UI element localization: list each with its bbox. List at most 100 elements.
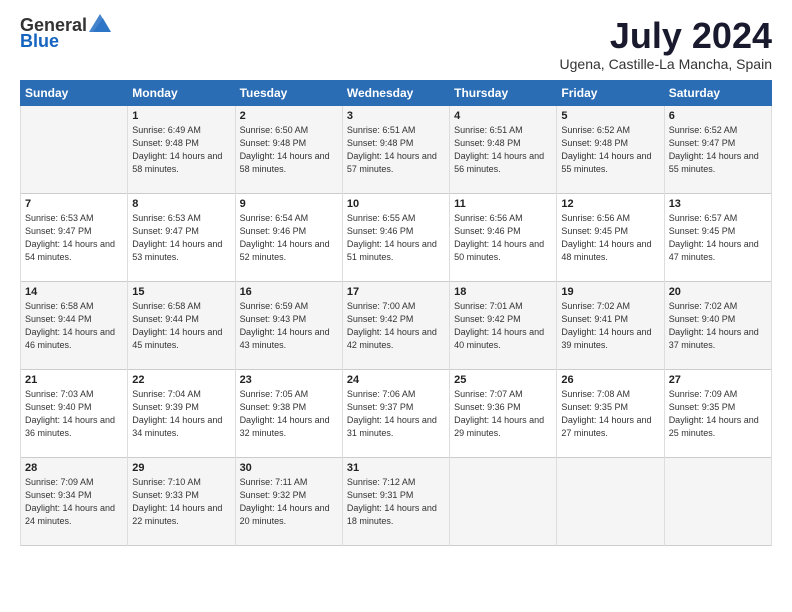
- day-number: 19: [561, 286, 659, 298]
- week-row-0: 1 Sunrise: 6:49 AMSunset: 9:48 PMDayligh…: [21, 105, 772, 193]
- week-row-1: 7 Sunrise: 6:53 AMSunset: 9:47 PMDayligh…: [21, 193, 772, 281]
- day-number: 5: [561, 110, 659, 122]
- header-monday: Monday: [128, 80, 235, 105]
- day-number: 31: [347, 462, 445, 474]
- calendar-table: Sunday Monday Tuesday Wednesday Thursday…: [20, 80, 772, 546]
- cell-3-1: 22 Sunrise: 7:04 AMSunset: 9:39 PMDaylig…: [128, 369, 235, 457]
- cell-4-6: [664, 457, 771, 545]
- cell-info: Sunrise: 7:11 AMSunset: 9:32 PMDaylight:…: [240, 476, 338, 528]
- week-row-2: 14 Sunrise: 6:58 AMSunset: 9:44 PMDaylig…: [21, 281, 772, 369]
- day-number: 13: [669, 198, 767, 210]
- day-number: 7: [25, 198, 123, 210]
- day-number: 27: [669, 374, 767, 386]
- cell-3-0: 21 Sunrise: 7:03 AMSunset: 9:40 PMDaylig…: [21, 369, 128, 457]
- day-number: 25: [454, 374, 552, 386]
- cell-info: Sunrise: 6:52 AMSunset: 9:48 PMDaylight:…: [561, 124, 659, 176]
- header-tuesday: Tuesday: [235, 80, 342, 105]
- cell-0-4: 4 Sunrise: 6:51 AMSunset: 9:48 PMDayligh…: [450, 105, 557, 193]
- day-number: 30: [240, 462, 338, 474]
- cell-info: Sunrise: 6:51 AMSunset: 9:48 PMDaylight:…: [347, 124, 445, 176]
- day-number: 23: [240, 374, 338, 386]
- day-number: 29: [132, 462, 230, 474]
- cell-info: Sunrise: 6:52 AMSunset: 9:47 PMDaylight:…: [669, 124, 767, 176]
- cell-info: Sunrise: 6:50 AMSunset: 9:48 PMDaylight:…: [240, 124, 338, 176]
- cell-info: Sunrise: 7:02 AMSunset: 9:41 PMDaylight:…: [561, 300, 659, 352]
- cell-info: Sunrise: 6:57 AMSunset: 9:45 PMDaylight:…: [669, 212, 767, 264]
- cell-4-3: 31 Sunrise: 7:12 AMSunset: 9:31 PMDaylig…: [342, 457, 449, 545]
- cell-info: Sunrise: 7:06 AMSunset: 9:37 PMDaylight:…: [347, 388, 445, 440]
- cell-0-6: 6 Sunrise: 6:52 AMSunset: 9:47 PMDayligh…: [664, 105, 771, 193]
- day-number: 16: [240, 286, 338, 298]
- cell-info: Sunrise: 6:53 AMSunset: 9:47 PMDaylight:…: [132, 212, 230, 264]
- cell-info: Sunrise: 7:12 AMSunset: 9:31 PMDaylight:…: [347, 476, 445, 528]
- day-number: 8: [132, 198, 230, 210]
- cell-0-1: 1 Sunrise: 6:49 AMSunset: 9:48 PMDayligh…: [128, 105, 235, 193]
- header: General Blue July 2024 Ugena, Castille-L…: [20, 16, 772, 72]
- cell-2-1: 15 Sunrise: 6:58 AMSunset: 9:44 PMDaylig…: [128, 281, 235, 369]
- cell-info: Sunrise: 6:56 AMSunset: 9:45 PMDaylight:…: [561, 212, 659, 264]
- cell-1-1: 8 Sunrise: 6:53 AMSunset: 9:47 PMDayligh…: [128, 193, 235, 281]
- weekday-header-row: Sunday Monday Tuesday Wednesday Thursday…: [21, 80, 772, 105]
- day-number: 2: [240, 110, 338, 122]
- day-number: 18: [454, 286, 552, 298]
- day-number: 1: [132, 110, 230, 122]
- day-number: 15: [132, 286, 230, 298]
- header-friday: Friday: [557, 80, 664, 105]
- cell-info: Sunrise: 7:03 AMSunset: 9:40 PMDaylight:…: [25, 388, 123, 440]
- cell-4-1: 29 Sunrise: 7:10 AMSunset: 9:33 PMDaylig…: [128, 457, 235, 545]
- cell-1-6: 13 Sunrise: 6:57 AMSunset: 9:45 PMDaylig…: [664, 193, 771, 281]
- cell-info: Sunrise: 6:49 AMSunset: 9:48 PMDaylight:…: [132, 124, 230, 176]
- cell-info: Sunrise: 6:58 AMSunset: 9:44 PMDaylight:…: [132, 300, 230, 352]
- day-number: 11: [454, 198, 552, 210]
- day-number: 4: [454, 110, 552, 122]
- day-number: 9: [240, 198, 338, 210]
- cell-info: Sunrise: 6:53 AMSunset: 9:47 PMDaylight:…: [25, 212, 123, 264]
- cell-info: Sunrise: 7:10 AMSunset: 9:33 PMDaylight:…: [132, 476, 230, 528]
- week-row-4: 28 Sunrise: 7:09 AMSunset: 9:34 PMDaylig…: [21, 457, 772, 545]
- day-number: 3: [347, 110, 445, 122]
- cell-2-6: 20 Sunrise: 7:02 AMSunset: 9:40 PMDaylig…: [664, 281, 771, 369]
- cell-3-5: 26 Sunrise: 7:08 AMSunset: 9:35 PMDaylig…: [557, 369, 664, 457]
- cell-1-4: 11 Sunrise: 6:56 AMSunset: 9:46 PMDaylig…: [450, 193, 557, 281]
- day-number: 14: [25, 286, 123, 298]
- logo: General Blue: [20, 16, 111, 50]
- cell-2-0: 14 Sunrise: 6:58 AMSunset: 9:44 PMDaylig…: [21, 281, 128, 369]
- cell-info: Sunrise: 7:07 AMSunset: 9:36 PMDaylight:…: [454, 388, 552, 440]
- title-area: July 2024 Ugena, Castille-La Mancha, Spa…: [560, 16, 772, 72]
- month-title: July 2024: [560, 16, 772, 56]
- cell-0-3: 3 Sunrise: 6:51 AMSunset: 9:48 PMDayligh…: [342, 105, 449, 193]
- cell-4-4: [450, 457, 557, 545]
- cell-1-2: 9 Sunrise: 6:54 AMSunset: 9:46 PMDayligh…: [235, 193, 342, 281]
- page: General Blue July 2024 Ugena, Castille-L…: [0, 0, 792, 556]
- cell-3-3: 24 Sunrise: 7:06 AMSunset: 9:37 PMDaylig…: [342, 369, 449, 457]
- header-saturday: Saturday: [664, 80, 771, 105]
- cell-info: Sunrise: 6:51 AMSunset: 9:48 PMDaylight:…: [454, 124, 552, 176]
- day-number: 24: [347, 374, 445, 386]
- cell-2-5: 19 Sunrise: 7:02 AMSunset: 9:41 PMDaylig…: [557, 281, 664, 369]
- cell-2-2: 16 Sunrise: 6:59 AMSunset: 9:43 PMDaylig…: [235, 281, 342, 369]
- cell-4-2: 30 Sunrise: 7:11 AMSunset: 9:32 PMDaylig…: [235, 457, 342, 545]
- day-number: 20: [669, 286, 767, 298]
- cell-0-2: 2 Sunrise: 6:50 AMSunset: 9:48 PMDayligh…: [235, 105, 342, 193]
- day-number: 21: [25, 374, 123, 386]
- cell-info: Sunrise: 7:08 AMSunset: 9:35 PMDaylight:…: [561, 388, 659, 440]
- week-row-3: 21 Sunrise: 7:03 AMSunset: 9:40 PMDaylig…: [21, 369, 772, 457]
- header-wednesday: Wednesday: [342, 80, 449, 105]
- cell-info: Sunrise: 7:09 AMSunset: 9:35 PMDaylight:…: [669, 388, 767, 440]
- day-number: 28: [25, 462, 123, 474]
- cell-0-5: 5 Sunrise: 6:52 AMSunset: 9:48 PMDayligh…: [557, 105, 664, 193]
- cell-info: Sunrise: 6:59 AMSunset: 9:43 PMDaylight:…: [240, 300, 338, 352]
- header-sunday: Sunday: [21, 80, 128, 105]
- cell-info: Sunrise: 6:58 AMSunset: 9:44 PMDaylight:…: [25, 300, 123, 352]
- cell-1-5: 12 Sunrise: 6:56 AMSunset: 9:45 PMDaylig…: [557, 193, 664, 281]
- cell-info: Sunrise: 7:00 AMSunset: 9:42 PMDaylight:…: [347, 300, 445, 352]
- day-number: 17: [347, 286, 445, 298]
- cell-info: Sunrise: 7:04 AMSunset: 9:39 PMDaylight:…: [132, 388, 230, 440]
- cell-info: Sunrise: 6:56 AMSunset: 9:46 PMDaylight:…: [454, 212, 552, 264]
- day-number: 26: [561, 374, 659, 386]
- header-thursday: Thursday: [450, 80, 557, 105]
- day-number: 22: [132, 374, 230, 386]
- cell-info: Sunrise: 7:09 AMSunset: 9:34 PMDaylight:…: [25, 476, 123, 528]
- day-number: 12: [561, 198, 659, 210]
- cell-4-0: 28 Sunrise: 7:09 AMSunset: 9:34 PMDaylig…: [21, 457, 128, 545]
